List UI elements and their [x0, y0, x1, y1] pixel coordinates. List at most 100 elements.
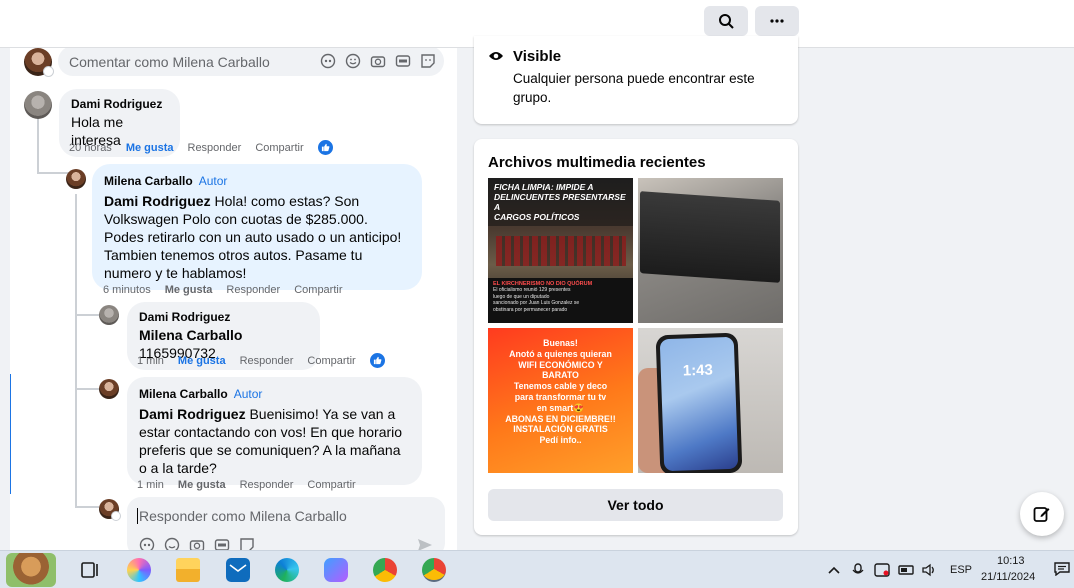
task-view-icon[interactable]: [78, 558, 102, 582]
chrome-icon[interactable]: [422, 558, 446, 582]
avatar[interactable]: [66, 169, 86, 189]
comment-author[interactable]: Milena Carballo: [104, 174, 193, 188]
share-button[interactable]: Compartir: [307, 355, 355, 367]
file-explorer-icon[interactable]: [176, 558, 200, 582]
comment-tools: [320, 53, 436, 69]
search-icon: [719, 14, 734, 29]
media-title: Archivos multimedia recientes: [488, 154, 706, 171]
volume-icon[interactable]: [921, 563, 937, 577]
avatar[interactable]: [99, 379, 119, 399]
notifications-icon[interactable]: [1054, 562, 1070, 576]
mention-link[interactable]: Milena Carballo: [139, 327, 242, 343]
media-thumbnail[interactable]: [638, 178, 783, 323]
media-thumbnail[interactable]: Buenas! Anotó a quienes quieran WIFI ECO…: [488, 328, 633, 473]
thumb-seats: [496, 236, 626, 266]
new-message-button[interactable]: [1020, 492, 1064, 536]
avatar[interactable]: [99, 305, 119, 325]
comment-author[interactable]: Dami Rodriguez: [139, 310, 308, 324]
search-button[interactable]: [704, 6, 748, 36]
avatar[interactable]: [24, 91, 52, 119]
sticker-icon[interactable]: [239, 537, 255, 550]
share-button[interactable]: Compartir: [307, 479, 355, 491]
visibility-title: Visible: [513, 48, 562, 65]
gif-icon[interactable]: [214, 537, 230, 550]
clock-date[interactable]: 21/11/2024: [981, 571, 1035, 583]
reply-input[interactable]: Responder como Milena Carballo: [127, 497, 445, 550]
avatar-sticker-icon[interactable]: [320, 53, 336, 69]
thread-line: [75, 506, 99, 508]
promo-line: Pedí info..: [539, 435, 582, 446]
security-icon[interactable]: [874, 563, 890, 577]
gif-icon[interactable]: [395, 53, 411, 69]
avatar-sticker-icon[interactable]: [139, 537, 155, 550]
thread-line: [75, 314, 99, 316]
mention-link[interactable]: Dami Rodriguez: [139, 406, 246, 422]
comments-panel: Comentar como Milena Carballo Dami Rodri…: [10, 48, 457, 550]
like-reaction-icon[interactable]: [369, 353, 385, 368]
network-icon[interactable]: [898, 563, 914, 577]
clock-time[interactable]: 10:13: [997, 555, 1025, 567]
share-button[interactable]: Compartir: [294, 284, 342, 296]
like-button[interactable]: Me gusta: [126, 142, 174, 154]
comment-input[interactable]: Comentar como Milena Carballo: [58, 48, 444, 76]
thumb-object: [640, 191, 780, 283]
sticker-icon[interactable]: [420, 53, 436, 69]
promo-line: ABONAS EN DICIEMBRE!!: [505, 413, 616, 424]
promo-line: Anotó a quienes quieran: [509, 348, 612, 359]
comment-time[interactable]: 6 minutos: [103, 284, 151, 296]
thread-line: [75, 194, 77, 506]
thumb-headline-line: CARGOS POLÍTICOS: [494, 212, 580, 222]
promo-line: Tenemos cable y deco: [513, 381, 608, 392]
like-button[interactable]: Me gusta: [165, 284, 213, 296]
media-thumbnail[interactable]: 1:43: [638, 328, 783, 473]
comment-actions: 1 min Me gusta Responder Compartir: [137, 479, 356, 491]
mail-icon[interactable]: [226, 558, 250, 582]
comment-placeholder: Comentar como Milena Carballo: [69, 54, 270, 70]
mention-link[interactable]: Dami Rodriguez: [104, 193, 211, 209]
reply-button[interactable]: Responder: [240, 355, 294, 367]
language-indicator[interactable]: ESP: [950, 564, 972, 576]
reply-button[interactable]: Responder: [240, 479, 294, 491]
comment-time[interactable]: 1 min: [137, 479, 164, 491]
comment-time[interactable]: 20 horas: [69, 142, 112, 154]
microphone-icon[interactable]: [850, 563, 866, 577]
like-button[interactable]: Me gusta: [178, 479, 226, 491]
promo-line: BARATO: [542, 370, 579, 381]
comment-text: Dami Rodriguez Buenisimo! Ya se van a es…: [139, 405, 410, 477]
edge-icon[interactable]: [275, 558, 299, 582]
media-card: Archivos multimedia recientes FICHA LIMP…: [474, 139, 798, 535]
camera-icon[interactable]: [370, 53, 386, 69]
chevron-up-icon[interactable]: [826, 563, 842, 577]
like-button[interactable]: Me gusta: [178, 355, 226, 367]
taskbar: ESP 10:13 21/11/2024: [0, 550, 1074, 588]
copilot-app-icon[interactable]: [324, 558, 348, 582]
chrome-profile-icon[interactable]: [373, 558, 397, 582]
camera-icon[interactable]: [189, 537, 205, 550]
emoji-icon[interactable]: [164, 537, 180, 550]
like-reaction-icon[interactable]: [317, 140, 333, 155]
comment-author[interactable]: Milena Carballo: [139, 387, 228, 401]
comment-time[interactable]: 1 min: [137, 355, 164, 367]
emoji-icon[interactable]: [345, 53, 361, 69]
reply-button[interactable]: Responder: [188, 142, 242, 154]
thumb-headline: FICHA LIMPIA: IMPIDE A DELINCUENTES PRES…: [488, 178, 633, 226]
visibility-description: Cualquier persona puede encontrar este g…: [513, 71, 755, 105]
more-button[interactable]: [755, 6, 799, 36]
see-all-button[interactable]: Ver todo: [488, 489, 783, 521]
reply-placeholder: Responder como Milena Carballo: [137, 508, 347, 524]
thumb-headline-line: DELINCUENTES PRESENTARSE A: [494, 192, 626, 212]
widgets-mascot-icon[interactable]: [6, 553, 56, 587]
comment-author[interactable]: Dami Rodriguez: [71, 97, 168, 111]
active-thread-indicator: [10, 374, 11, 494]
copilot-icon[interactable]: [127, 558, 151, 582]
share-button[interactable]: Compartir: [255, 142, 303, 154]
thumb-headline-line: FICHA LIMPIA: IMPIDE A: [494, 182, 594, 192]
promo-line: para transformar tu tv: [514, 391, 607, 402]
avatar-chevron-icon: [111, 511, 121, 521]
promo-line: WIFI ECONÓMICO Y: [518, 359, 603, 370]
reply-button[interactable]: Responder: [226, 284, 280, 296]
comment-actions: 1 min Me gusta Responder Compartir: [137, 353, 385, 368]
media-thumbnail[interactable]: FICHA LIMPIA: IMPIDE A DELINCUENTES PRES…: [488, 178, 633, 323]
visibility-card: Visible Cualquier persona puede encontra…: [474, 36, 798, 124]
send-icon[interactable]: [417, 537, 433, 550]
